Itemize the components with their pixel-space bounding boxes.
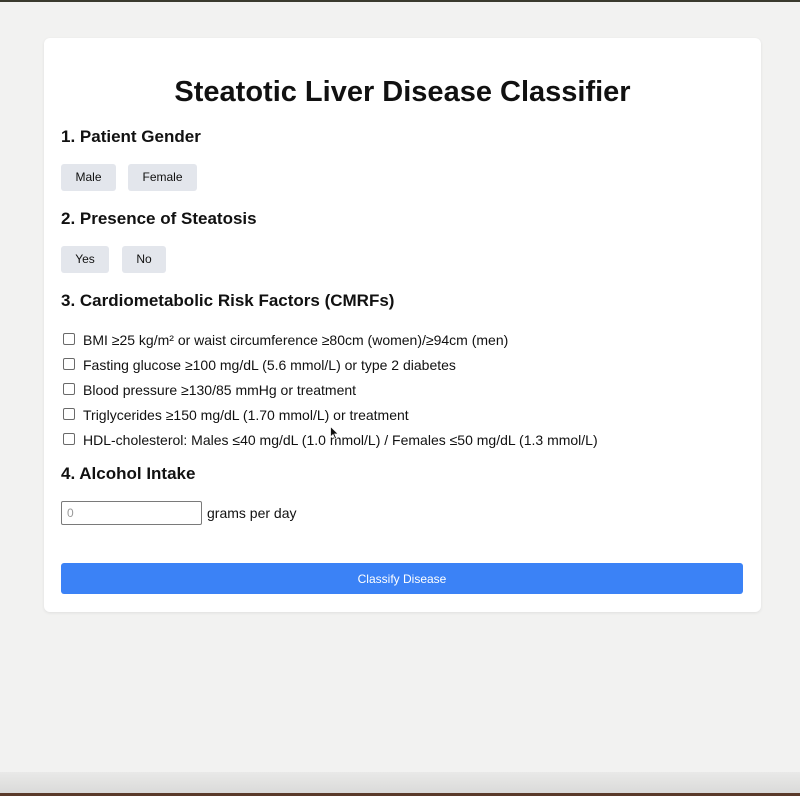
alcohol-grams-input[interactable] — [61, 501, 202, 525]
cmrf-hdl-label: HDL-cholesterol: Males ≤40 mg/dL (1.0 mm… — [83, 431, 598, 448]
cmrf-item-hdl[interactable]: HDL-cholesterol: Males ≤40 mg/dL (1.0 mm… — [63, 427, 743, 452]
cmrf-checklist: BMI ≥25 kg/m² or waist circumference ≥80… — [63, 327, 743, 452]
window-top-border — [0, 0, 800, 2]
steatosis-yes-button[interactable]: Yes — [61, 246, 109, 273]
alcohol-unit-label: grams per day — [207, 505, 297, 521]
cmrf-heading: 3. Cardiometabolic Risk Factors (CMRFs) — [61, 291, 395, 310]
classifier-card: Steatotic Liver Disease Classifier 1. Pa… — [44, 38, 761, 612]
gender-heading: 1. Patient Gender — [61, 127, 201, 146]
gender-female-button[interactable]: Female — [128, 164, 197, 191]
cmrf-item-bmi[interactable]: BMI ≥25 kg/m² or waist circumference ≥80… — [63, 327, 743, 352]
page-title: Steatotic Liver Disease Classifier — [174, 76, 631, 108]
cmrf-item-glucose[interactable]: Fasting glucose ≥100 mg/dL (5.6 mmol/L) … — [63, 352, 743, 377]
alcohol-heading: 4. Alcohol Intake — [61, 464, 196, 483]
cmrf-glucose-checkbox[interactable] — [63, 357, 75, 370]
cmrf-bmi-label: BMI ≥25 kg/m² or waist circumference ≥80… — [83, 331, 509, 348]
cmrf-blood-pressure-checkbox[interactable] — [63, 382, 75, 395]
cmrf-item-triglycerides[interactable]: Triglycerides ≥150 mg/dL (1.70 mmol/L) o… — [63, 402, 743, 427]
cmrf-item-blood-pressure[interactable]: Blood pressure ≥130/85 mmHg or treatment — [63, 377, 743, 402]
cmrf-glucose-label: Fasting glucose ≥100 mg/dL (5.6 mmol/L) … — [83, 356, 456, 373]
mouse-pointer-icon — [330, 426, 340, 440]
steatosis-no-button[interactable]: No — [122, 246, 166, 273]
cmrf-bmi-checkbox[interactable] — [63, 332, 75, 345]
gender-male-button[interactable]: Male — [61, 164, 116, 191]
cmrf-blood-pressure-label: Blood pressure ≥130/85 mmHg or treatment — [83, 381, 357, 398]
cmrf-hdl-checkbox[interactable] — [63, 432, 75, 445]
cmrf-triglycerides-label: Triglycerides ≥150 mg/dL (1.70 mmol/L) o… — [83, 406, 409, 423]
cmrf-triglycerides-checkbox[interactable] — [63, 407, 75, 420]
steatosis-heading: 2. Presence of Steatosis — [61, 209, 257, 228]
classify-disease-button[interactable]: Classify Disease — [61, 563, 743, 594]
